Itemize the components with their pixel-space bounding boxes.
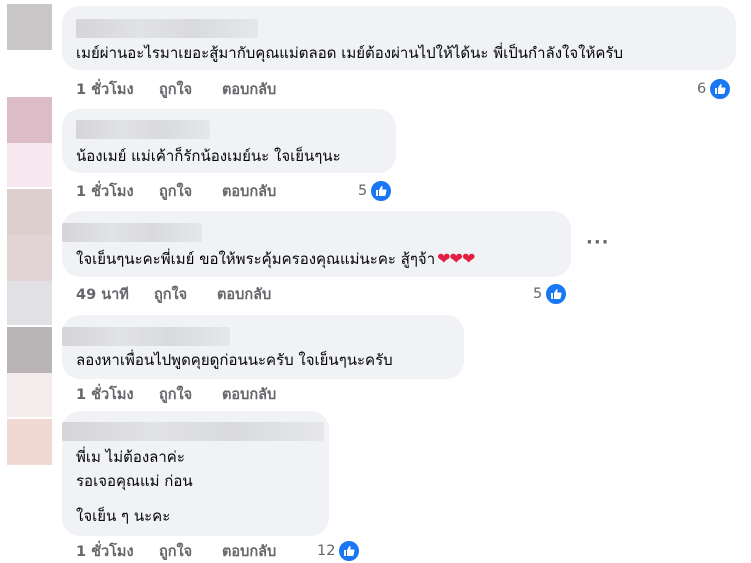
- timestamp[interactable]: 1 ชั่วโมง: [76, 80, 134, 100]
- comment-actions: 49 นาที ถูกใจ ตอบกลับ: [76, 285, 376, 305]
- comment-text: น้องเมย์ แม่เค้าก็รักน้องเมย์นะ ใจเย็นๆน…: [76, 147, 341, 165]
- comment-bubble: พี่เม ไม่ต้องลาค่ะ รอเจอคุณแม่ ก่อน ใจเย…: [62, 411, 329, 536]
- timestamp[interactable]: 1 ชั่วโมง: [76, 542, 134, 562]
- reply-button[interactable]: ตอบกลับ: [222, 385, 276, 405]
- avatar[interactable]: [7, 4, 52, 50]
- commenter-name[interactable]: [76, 120, 210, 139]
- comment-text: รอเจอคุณแม่ ก่อน: [76, 472, 193, 490]
- like-button[interactable]: ถูกใจ: [159, 385, 192, 405]
- reply-button[interactable]: ตอบกลับ: [222, 542, 276, 562]
- timestamp[interactable]: 49 นาที: [76, 285, 129, 305]
- comment-text: ใจเย็นๆนะคะพี่เมย์ ขอให้พระคุ้มครองคุณแม…: [76, 249, 475, 268]
- like-thumb-icon: [370, 180, 393, 202]
- like-button[interactable]: ถูกใจ: [159, 542, 192, 562]
- like-button[interactable]: ถูกใจ: [159, 182, 192, 202]
- reply-button[interactable]: ตอบกลับ: [222, 80, 276, 100]
- comment-text: ลองหาเพื่อนไปพูดคุยดูก่อนนะครับ ใจเย็นๆน…: [76, 351, 393, 369]
- avatar[interactable]: [7, 419, 52, 465]
- avatar-fragment: [7, 235, 52, 281]
- like-thumb-icon: [338, 540, 361, 562]
- reply-button[interactable]: ตอบกลับ: [222, 182, 276, 202]
- reaction-count[interactable]: 5: [533, 283, 568, 305]
- comment-text: พี่เม ไม่ต้องลาค่ะ: [76, 448, 185, 466]
- timestamp[interactable]: 1 ชั่วโมง: [76, 385, 134, 405]
- reaction-count[interactable]: 6: [697, 78, 732, 100]
- reaction-count[interactable]: 12: [317, 540, 361, 562]
- avatar[interactable]: [7, 97, 52, 143]
- commenter-name[interactable]: [62, 422, 324, 441]
- comment-bubble: ลองหาเพื่อนไปพูดคุยดูก่อนนะครับ ใจเย็นๆน…: [62, 315, 464, 379]
- avatar[interactable]: [7, 189, 52, 235]
- like-button[interactable]: ถูกใจ: [154, 285, 187, 305]
- comment-actions: 1 ชั่วโมง ถูกใจ ตอบกลับ: [76, 385, 376, 405]
- timestamp[interactable]: 1 ชั่วโมง: [76, 182, 134, 202]
- heart-emoji: ❤❤❤: [437, 249, 475, 268]
- avatar[interactable]: [7, 327, 52, 373]
- avatar-fragment: [7, 281, 52, 325]
- comment-text: ใจเย็น ๆ นะคะ: [76, 507, 171, 525]
- avatar-fragment: [7, 143, 52, 187]
- commenter-name[interactable]: [62, 327, 230, 346]
- avatar-fragment: [7, 373, 52, 417]
- reaction-count[interactable]: 5: [358, 180, 393, 202]
- commenter-name[interactable]: [76, 19, 258, 38]
- like-thumb-icon: [545, 283, 568, 305]
- comment-bubble: น้องเมย์ แม่เค้าก็รักน้องเมย์นะ ใจเย็นๆน…: [62, 109, 396, 173]
- comment-bubble: ใจเย็นๆนะคะพี่เมย์ ขอให้พระคุ้มครองคุณแม…: [62, 211, 571, 277]
- comment-actions: 1 ชั่วโมง ถูกใจ ตอบกลับ: [76, 182, 376, 202]
- like-thumb-icon: [709, 78, 732, 100]
- comment-bubble: เมย์ผ่านอะไรมาเยอะสู้มากับคุณแม่ตลอด เมย…: [62, 6, 736, 70]
- more-horizontal-icon[interactable]: ···: [586, 232, 610, 253]
- comment-text: เมย์ผ่านอะไรมาเยอะสู้มากับคุณแม่ตลอด เมย…: [76, 44, 623, 62]
- commenter-name[interactable]: [62, 223, 202, 242]
- like-button[interactable]: ถูกใจ: [159, 80, 192, 100]
- reply-button[interactable]: ตอบกลับ: [217, 285, 271, 305]
- comment-actions: 1 ชั่วโมง ถูกใจ ตอบกลับ: [76, 80, 476, 100]
